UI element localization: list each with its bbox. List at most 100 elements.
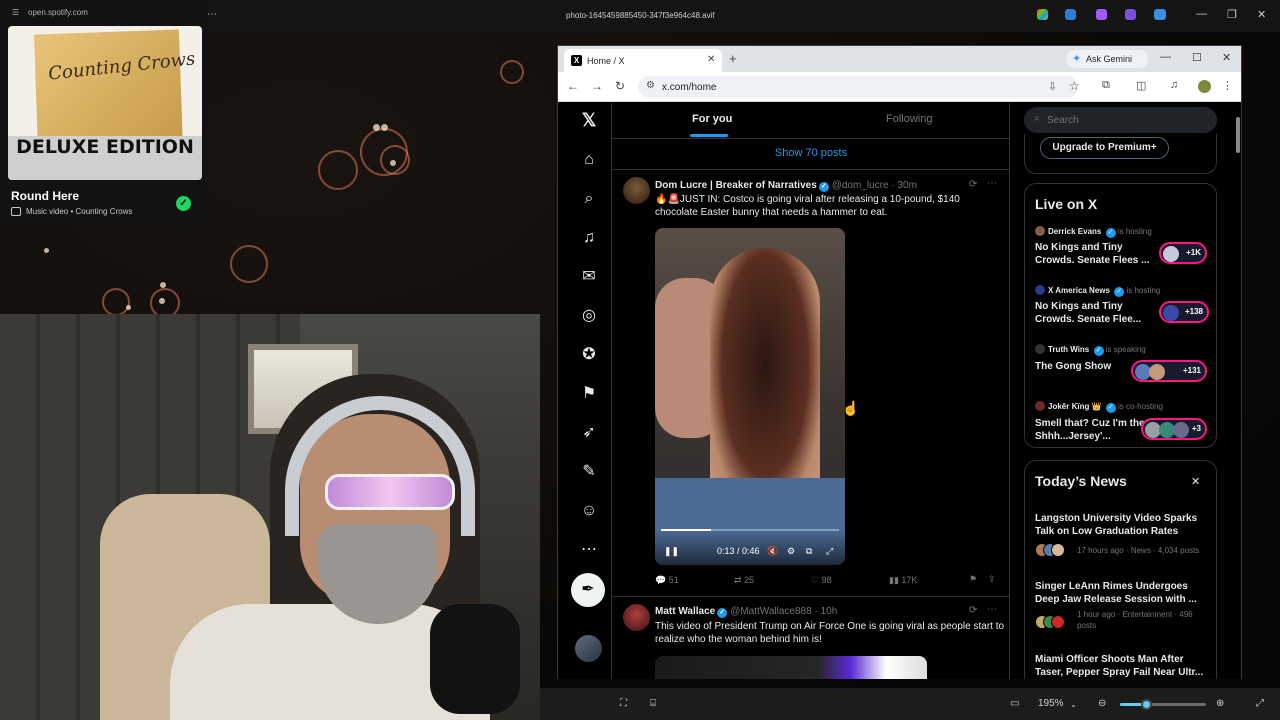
share-icon[interactable]: ⇪ bbox=[988, 574, 996, 585]
more-icon[interactable]: ⋯ bbox=[578, 539, 600, 561]
scrollbar[interactable] bbox=[1236, 117, 1240, 153]
post-avatar[interactable] bbox=[623, 177, 650, 204]
tab-home-x[interactable]: X Home / X ✕ bbox=[564, 49, 722, 72]
omnibox[interactable]: ⚙ x.com/home ⇩ ☆ bbox=[638, 76, 1080, 98]
site-info-icon[interactable]: ⚙ bbox=[646, 80, 655, 91]
live-host[interactable]: X America News ✓ is hosting bbox=[1035, 285, 1160, 297]
live-listeners-pill[interactable]: +138 bbox=[1159, 301, 1209, 323]
tab-following[interactable]: Following bbox=[886, 113, 932, 125]
live-listeners-pill[interactable]: +1K bbox=[1159, 242, 1207, 264]
forward-icon[interactable]: → bbox=[591, 79, 603, 93]
track-subtitle[interactable]: Music video • Counting Crows bbox=[26, 207, 132, 216]
extensions-icon[interactable]: ⧉ bbox=[1102, 79, 1110, 92]
expand-icon[interactable]: ⤢ bbox=[1256, 698, 1264, 709]
news-item-title[interactable]: Langston University Video Sparks Talk on… bbox=[1035, 512, 1210, 538]
home-icon[interactable]: ⌂ bbox=[578, 149, 600, 171]
like-button[interactable]: ♡ 98 bbox=[811, 575, 832, 586]
app-icon[interactable] bbox=[1125, 9, 1136, 20]
profile-avatar[interactable] bbox=[1198, 80, 1211, 93]
search-icon[interactable]: ⌕ bbox=[578, 188, 600, 210]
back-icon[interactable]: ← bbox=[567, 79, 579, 93]
post-video[interactable]: ❚❚ 0:13 / 0:46 🔇 ⚙ ⧉ ⤢ bbox=[655, 228, 845, 565]
minimize-icon[interactable]: — bbox=[1160, 51, 1171, 63]
close-icon[interactable]: ✕ bbox=[1257, 8, 1266, 21]
settings-icon[interactable]: ⚙ bbox=[787, 546, 795, 557]
copilot-icon[interactable] bbox=[1037, 9, 1048, 20]
x-logo-icon[interactable]: 𝕏 bbox=[578, 109, 600, 131]
minimize-icon[interactable]: — bbox=[1196, 8, 1207, 20]
live-host[interactable]: Derrick Evans ✓ is hosting bbox=[1035, 226, 1152, 238]
account-avatar[interactable] bbox=[575, 635, 602, 662]
reload-icon[interactable]: ↻ bbox=[615, 79, 625, 93]
live-listeners-pill[interactable]: +3 bbox=[1141, 418, 1207, 440]
news-item-title[interactable]: Singer LeAnn Rimes Undergoes Deep Jaw Re… bbox=[1035, 580, 1210, 606]
zoom-in-icon[interactable]: ⊕ bbox=[1216, 698, 1224, 709]
close-icon[interactable]: ✕ bbox=[1222, 51, 1231, 64]
post-author-name[interactable]: Dom Lucre | Breaker of Narratives bbox=[655, 180, 817, 191]
compose-post-button[interactable]: ✒ bbox=[571, 573, 605, 607]
post-more-icon[interactable]: ⋯ bbox=[987, 178, 997, 189]
post-video[interactable] bbox=[655, 656, 927, 679]
grok-explain-icon[interactable]: ⟳ bbox=[969, 179, 977, 190]
more-icon[interactable]: ⋯ bbox=[207, 9, 217, 20]
new-tab-button[interactable]: + bbox=[729, 51, 737, 66]
video-progress-bar[interactable] bbox=[661, 529, 839, 531]
tab-close-icon[interactable]: ✕ bbox=[707, 54, 715, 65]
news-item-title[interactable]: Miami Officer Shoots Man After Taser, Pe… bbox=[1035, 653, 1210, 679]
upgrade-premium-button[interactable]: Upgrade to Premium+ bbox=[1040, 137, 1169, 159]
app-icon[interactable] bbox=[1065, 9, 1076, 20]
post-avatar[interactable] bbox=[623, 604, 650, 631]
live-title[interactable]: No Kings and Tiny Crowds. Senate Flees .… bbox=[1035, 241, 1155, 267]
messages-icon[interactable]: ✉ bbox=[578, 266, 600, 288]
app-icon[interactable] bbox=[1096, 9, 1107, 20]
notifications-icon[interactable]: ♫ bbox=[578, 227, 600, 249]
bookmark-star-icon[interactable]: ☆ bbox=[1069, 79, 1080, 93]
post-handle[interactable]: @MattWallace888 · 10h bbox=[730, 606, 837, 617]
live-host[interactable]: Truth Wins ✓ is speaking bbox=[1035, 344, 1146, 356]
post-author-name[interactable]: Matt Wallace bbox=[655, 606, 715, 617]
grok-icon[interactable]: ◎ bbox=[578, 305, 600, 327]
verified-orgs-icon[interactable]: ✪ bbox=[578, 344, 600, 366]
media-icon[interactable]: ♫ bbox=[1170, 79, 1178, 91]
search-input[interactable]: ⌕ Search bbox=[1024, 107, 1217, 133]
mute-icon[interactable]: 🔇 bbox=[767, 546, 778, 557]
views-button[interactable]: ▮▮ 17K bbox=[889, 575, 917, 586]
pip-icon[interactable]: ⧉ bbox=[806, 546, 812, 557]
ask-gemini-button[interactable]: ✦ Ask Gemini bbox=[1066, 50, 1148, 68]
jobs-rocket-icon[interactable]: ➶ bbox=[578, 422, 600, 444]
profile-icon[interactable]: ☺ bbox=[578, 500, 600, 522]
zoom-out-icon[interactable]: ⊖ bbox=[1098, 698, 1106, 709]
bookmarks-icon[interactable]: ⚑ bbox=[578, 383, 600, 405]
pause-icon[interactable]: ❚❚ bbox=[664, 546, 679, 557]
grok-explain-icon[interactable]: ⟳ bbox=[969, 605, 977, 616]
live-host[interactable]: Jokêr Kïng 👑 ✓ is co-hosting bbox=[1035, 401, 1163, 413]
reply-button[interactable]: 💬 51 bbox=[655, 575, 679, 586]
crop-icon[interactable]: ⛶ bbox=[620, 698, 627, 709]
repost-button[interactable]: ⇄ 25 bbox=[734, 575, 754, 586]
post-author[interactable]: Matt Wallace ✓ @MattWallace888 · 10h bbox=[655, 606, 837, 618]
fit-screen-icon[interactable]: ▭ bbox=[1010, 698, 1019, 709]
saved-check-icon[interactable]: ✓ bbox=[176, 196, 191, 211]
split-view-icon[interactable]: ◫ bbox=[1136, 79, 1146, 92]
restore-icon[interactable]: ❐ bbox=[1227, 8, 1237, 21]
articles-icon[interactable]: ✎ bbox=[578, 461, 600, 483]
show-new-posts-link[interactable]: Show 70 posts bbox=[612, 147, 1010, 159]
album-cover[interactable]: Counting Crows DELUXE EDITION bbox=[8, 26, 202, 180]
text-extract-icon[interactable]: ⌸ bbox=[650, 698, 656, 709]
tab-for-you[interactable]: For you bbox=[692, 113, 732, 125]
chevron-down-icon[interactable]: ⌄ bbox=[1070, 700, 1077, 709]
live-title[interactable]: Smell that? Cuz I'm the Shhh...Jersey'..… bbox=[1035, 417, 1155, 443]
close-news-icon[interactable]: ✕ bbox=[1191, 475, 1200, 488]
live-listeners-pill[interactable]: +131 bbox=[1131, 360, 1207, 382]
maximize-icon[interactable]: ☐ bbox=[1192, 51, 1202, 64]
fullscreen-icon[interactable]: ⤢ bbox=[826, 546, 833, 557]
post-handle[interactable]: @dom_lucre · 30m bbox=[832, 180, 917, 191]
post-more-icon[interactable]: ⋯ bbox=[987, 604, 997, 615]
bookmark-icon[interactable]: ⚑ bbox=[969, 574, 977, 585]
live-title[interactable]: No Kings and Tiny Crowds. Senate Flee... bbox=[1035, 300, 1155, 326]
url-text[interactable]: x.com/home bbox=[662, 82, 716, 93]
zoom-level[interactable]: 195% bbox=[1038, 698, 1064, 709]
cloud-icon[interactable] bbox=[1154, 9, 1166, 20]
install-icon[interactable]: ⇩ bbox=[1048, 80, 1057, 93]
track-title[interactable]: Round Here bbox=[11, 189, 79, 203]
